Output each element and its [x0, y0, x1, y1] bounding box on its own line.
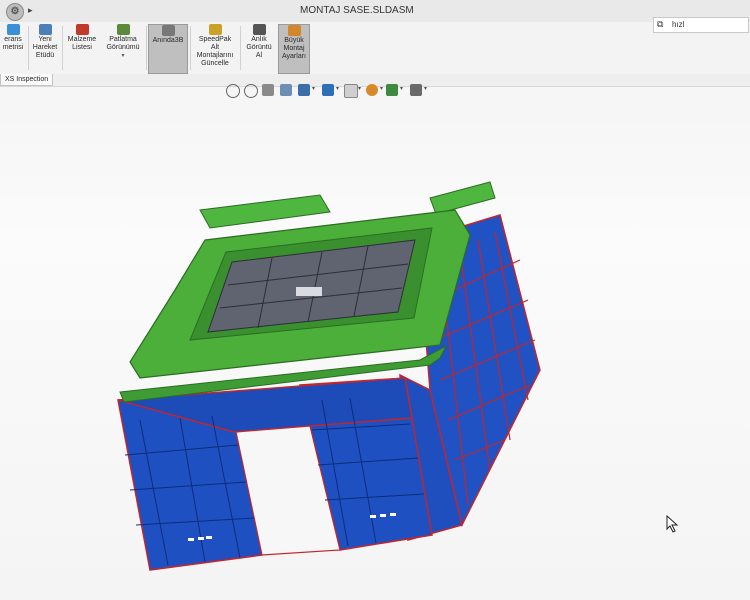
vent-center-plate	[296, 287, 322, 296]
cover-top-flange-right	[429, 181, 496, 215]
mouse-cursor-icon	[666, 515, 679, 533]
cover-top-flange-left	[199, 194, 331, 229]
graphics-area[interactable]	[0, 0, 750, 600]
solidworks-window: ⚙ ▸ MONTAJ SASE.SLDASM erans metrisi Yen…	[0, 0, 750, 600]
